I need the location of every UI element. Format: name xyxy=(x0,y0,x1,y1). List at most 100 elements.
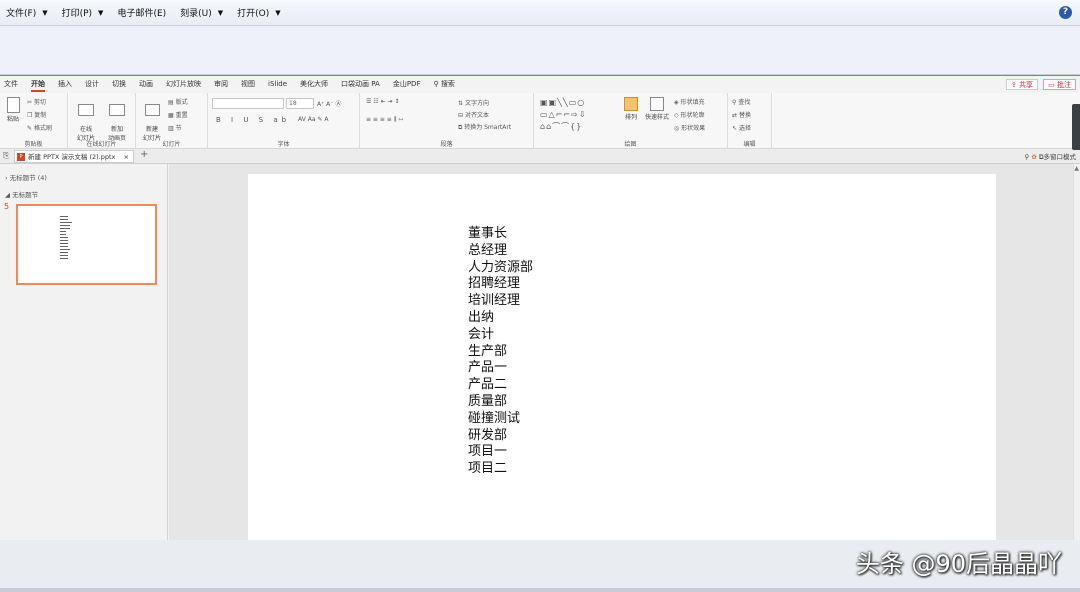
section-label: 节 xyxy=(175,125,182,132)
paste-label: 粘贴 xyxy=(6,116,19,123)
scroll-up-arrow-icon[interactable]: ▲ xyxy=(1074,165,1079,172)
help-icon[interactable]: ? xyxy=(1059,6,1072,19)
thumb-text-line xyxy=(60,243,68,245)
thumb-text-line xyxy=(60,222,72,224)
menu-email[interactable]: 电子邮件(E) xyxy=(117,6,166,19)
outer-toolbar-area xyxy=(0,27,1080,75)
font-grow-shrink-buttons[interactable]: A⁺ A⁻ Ⓐ xyxy=(317,99,341,108)
ribbon-tab-bar: 文件 开始 插入 设计 切换 动画 幻灯片放映 审阅 视图 iSlide 美化大… xyxy=(0,76,1080,93)
text-direction-button[interactable]: ⇅ 文字方向 xyxy=(458,98,489,107)
menu-print[interactable]: 打印(P) ▼ xyxy=(62,6,104,20)
tab-view[interactable]: 视图 xyxy=(241,76,255,93)
tab-review[interactable]: 审阅 xyxy=(214,76,228,93)
tab-file[interactable]: 文件 xyxy=(4,76,18,93)
copy-button[interactable]: ❐ 复制 xyxy=(27,110,46,119)
select-button[interactable]: ↖ 选择 xyxy=(732,123,751,132)
font-size-combo[interactable]: 18 xyxy=(286,98,314,109)
thumb-text-line xyxy=(60,246,68,248)
cut-button[interactable]: ✂ 剪切 xyxy=(27,97,46,106)
shape-outline-button[interactable]: ◇ 形状轮廓 xyxy=(674,110,705,119)
thumb-text-line xyxy=(60,258,68,260)
caret-down-icon: ▼ xyxy=(217,8,224,17)
reset-button[interactable]: ▦ 重置 xyxy=(168,110,188,119)
menu-file[interactable]: 文件(F) ▼ xyxy=(6,6,48,20)
slide-text-box[interactable]: 董事长 总经理 人力资源部 招聘经理 培训经理 出纳 会计 生产部 产品一 产品… xyxy=(468,226,533,478)
layout-button[interactable]: ▤ 版式 xyxy=(168,97,188,106)
share-label: 共享 xyxy=(1019,81,1033,89)
menu-burn[interactable]: 刻录(U) ▼ xyxy=(180,6,224,20)
shape-fill-button[interactable]: ◈ 形状填充 xyxy=(674,97,705,106)
vertical-scrollbar[interactable] xyxy=(1073,164,1080,540)
arrange-button[interactable]: 排列 xyxy=(620,97,642,121)
list-buttons[interactable]: ☰ ☷ ⇤ ⇥ ↕ xyxy=(366,98,399,105)
share-icon: ⇪ xyxy=(1010,81,1019,89)
shapes-gallery[interactable]: ▣▣╲╲▭○ ▭△⌐⌐⇨⇩ ⌂⌂⌒⌒{} xyxy=(540,97,587,133)
thumb-text-line xyxy=(60,234,66,236)
close-tab-icon[interactable]: × xyxy=(124,151,129,163)
tab-islide[interactable]: iSlide xyxy=(268,76,287,93)
new-slide-icon xyxy=(144,104,160,116)
format-painter-button[interactable]: ✎ 格式刷 xyxy=(27,123,52,132)
slide-text-line: 项目一 xyxy=(468,444,508,460)
current-slide[interactable]: 董事长 总经理 人力资源部 招聘经理 培训经理 出纳 会计 生产部 产品一 产品… xyxy=(248,174,996,540)
tab-home[interactable]: 开始 xyxy=(31,76,45,93)
menu-open[interactable]: 打开(O) ▼ xyxy=(237,6,281,20)
new-slide-button[interactable]: 新建 幻灯片 xyxy=(140,97,164,142)
bottom-border xyxy=(0,588,1080,592)
font-color-buttons[interactable]: AV Aa ✎ A xyxy=(298,116,328,123)
pptx-file-icon: P xyxy=(17,153,25,161)
font-format-bar[interactable]: B I U S ab xyxy=(216,116,290,124)
alignment-buttons[interactable]: ≡ ≡ ≡ ≡ ⫼ ⇿ xyxy=(366,116,403,124)
outer-menu-bar: 文件(F) ▼ 打印(P) ▼ 电子邮件(E) 刻录(U) ▼ 打开(O) ▼ ? xyxy=(0,0,1080,26)
tab-kingsoft-pdf[interactable]: 金山PDF xyxy=(393,76,421,93)
convert-smartart-button[interactable]: ⧉ 转换为 SmartArt xyxy=(458,122,511,132)
replace-icon: ⇄ xyxy=(732,112,739,119)
comment-button[interactable]: ▭ 批注 xyxy=(1043,79,1076,90)
slide-text-line: 质量部 xyxy=(468,393,508,409)
quick-styles-button[interactable]: 快速样式 xyxy=(644,97,670,121)
section-header-2[interactable]: ◢ 无标题节 xyxy=(5,189,38,199)
side-panel-handle[interactable] xyxy=(1072,104,1080,150)
tab-pocket-animation[interactable]: 口袋动画 PA xyxy=(341,76,380,93)
group-slides-label: 幻灯片 xyxy=(162,141,181,148)
settings-icon: ✿ xyxy=(1031,153,1039,161)
shape-effects-button[interactable]: ◎ 形状效果 xyxy=(674,123,705,132)
new-animation-page-button[interactable]: 新加 动画页 xyxy=(103,97,131,142)
tab-slideshow[interactable]: 幻灯片放映 xyxy=(166,76,201,93)
align-text-button[interactable]: ⊟ 对齐文本 xyxy=(458,110,489,119)
share-button[interactable]: ⇪ 共享 xyxy=(1005,79,1038,90)
online-slides-button[interactable]: 在线 幻灯片 xyxy=(73,97,99,142)
section-header-2-label: 无标题节 xyxy=(12,191,39,199)
slide-thumbnail-5[interactable] xyxy=(16,204,157,285)
find-button[interactable]: ⚲ 查找 xyxy=(732,97,750,106)
paste-button[interactable]: 粘贴 xyxy=(4,97,22,123)
tab-design[interactable]: 设计 xyxy=(85,76,99,93)
select-label: 选择 xyxy=(738,125,751,132)
group-paragraph: ☰ ☷ ⇤ ⇥ ↕ ⇅ 文字方向 ⊟ 对齐文本 ⧉ 转换为 SmartArt ≡… xyxy=(360,93,534,149)
multi-window-mode-button[interactable]: ⚲ ✿ ⧉多窗口模式 xyxy=(1025,151,1077,162)
group-drawing-label: 绘图 xyxy=(624,141,637,148)
slide-text-line: 产品一 xyxy=(468,360,508,376)
document-tab[interactable]: P 新建 PPTX 演示文稿 (2).pptx × xyxy=(14,150,134,163)
slide-text-line: 总经理 xyxy=(468,242,508,258)
ribbon-home: 粘贴 ✂ 剪切 ❐ 复制 ✎ 格式刷 剪贴板 在线 幻灯片 新加 动画页 在线幻… xyxy=(0,93,1080,149)
slide-thumbnail-panel: › 无标题节 (4) ◢ 无标题节 5 xyxy=(0,164,168,540)
file-list-icon[interactable]: ⎘ xyxy=(3,151,9,161)
paste-icon xyxy=(6,97,20,113)
section-header-1[interactable]: › 无标题节 (4) xyxy=(5,172,47,182)
tab-insert[interactable]: 插入 xyxy=(58,76,72,93)
thumb-text-line xyxy=(60,228,70,230)
replace-button[interactable]: ⇄ 替换 xyxy=(732,110,751,119)
multi-window-label: 多窗口模式 xyxy=(1043,153,1077,161)
slide-number: 5 xyxy=(4,202,10,211)
font-name-combo[interactable] xyxy=(212,98,284,109)
caret-down-icon: ▼ xyxy=(42,8,48,17)
section-button[interactable]: ▥ 节 xyxy=(168,123,182,132)
tab-search[interactable]: ⚲ 搜索 xyxy=(433,76,454,93)
tab-transitions[interactable]: 切换 xyxy=(112,76,126,93)
document-tab-bar: ⎘ P 新建 PPTX 演示文稿 (2).pptx × + ⚲ ✿ ⧉多窗口模式 xyxy=(0,149,1080,164)
cursor-icon: ↖ xyxy=(732,125,739,132)
tab-animations[interactable]: 动画 xyxy=(139,76,153,93)
tab-beautify[interactable]: 美化大师 xyxy=(300,76,328,93)
new-tab-plus-icon[interactable]: + xyxy=(140,149,148,160)
